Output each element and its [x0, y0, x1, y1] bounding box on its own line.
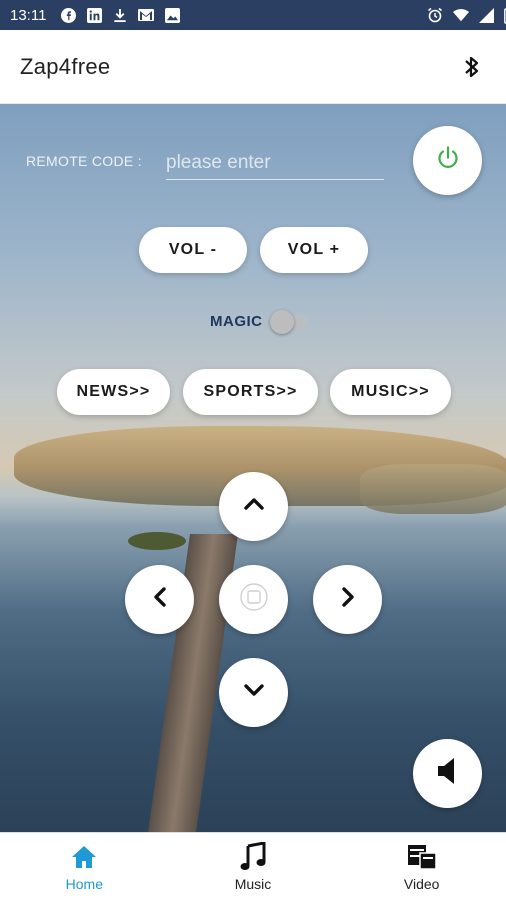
nav-item-video[interactable]: Video	[337, 833, 506, 900]
power-button[interactable]	[413, 126, 482, 195]
power-icon	[435, 145, 461, 176]
linkedin-icon	[86, 7, 102, 23]
magic-label: MAGIC	[210, 313, 263, 330]
alarm-icon	[427, 7, 443, 23]
chevron-up-icon	[243, 497, 265, 516]
video-icon	[406, 842, 438, 872]
magic-toggle-thumb	[270, 310, 294, 334]
dpad-down-button[interactable]	[219, 658, 288, 727]
volume-up-button[interactable]: VOL +	[260, 227, 368, 273]
download-icon	[112, 7, 128, 23]
wifi-icon	[453, 7, 469, 23]
nav-item-home[interactable]: Home	[0, 833, 169, 900]
remote-code-label: REMOTE CODE :	[26, 153, 142, 169]
dpad-up-button[interactable]	[219, 472, 288, 541]
speaker-icon	[436, 756, 460, 791]
music-button[interactable]: MUSIC>>	[330, 369, 451, 415]
bluetooth-icon[interactable]	[458, 53, 486, 81]
sports-button[interactable]: SPORTS>>	[183, 369, 318, 415]
volume-down-button[interactable]: VOL -	[139, 227, 247, 273]
music-note-icon	[237, 841, 269, 872]
status-bar: 13:11	[0, 0, 506, 30]
nav-label-music: Music	[234, 875, 272, 892]
news-button[interactable]: NEWS>>	[57, 369, 170, 415]
dpad-left-button[interactable]	[125, 565, 194, 634]
app-bar: Zap4free	[0, 30, 506, 104]
facebook-icon	[60, 7, 76, 23]
nav-item-music[interactable]: Music	[169, 833, 338, 900]
magic-toggle[interactable]	[270, 310, 308, 334]
notification-icons	[60, 7, 180, 23]
dpad-right-button[interactable]	[313, 565, 382, 634]
remote-code-input[interactable]	[166, 146, 384, 180]
chevron-right-icon	[341, 586, 355, 613]
home-icon	[68, 842, 100, 872]
signal-icon	[479, 7, 494, 23]
mute-button[interactable]	[413, 739, 482, 808]
status-time: 13:11	[10, 6, 47, 24]
image-icon	[164, 7, 180, 23]
chevron-down-icon	[243, 683, 265, 702]
ok-icon	[239, 582, 269, 617]
app-title: Zap4free	[20, 53, 111, 79]
chevron-left-icon	[153, 586, 167, 613]
dpad-ok-button[interactable]	[219, 565, 288, 634]
bottom-navigation: Home Music Video	[0, 832, 506, 900]
background-land	[360, 464, 506, 514]
nav-label-video: Video	[403, 875, 440, 892]
nav-label-home: Home	[65, 875, 104, 892]
gmail-icon	[138, 7, 155, 23]
background-islet	[128, 532, 186, 550]
